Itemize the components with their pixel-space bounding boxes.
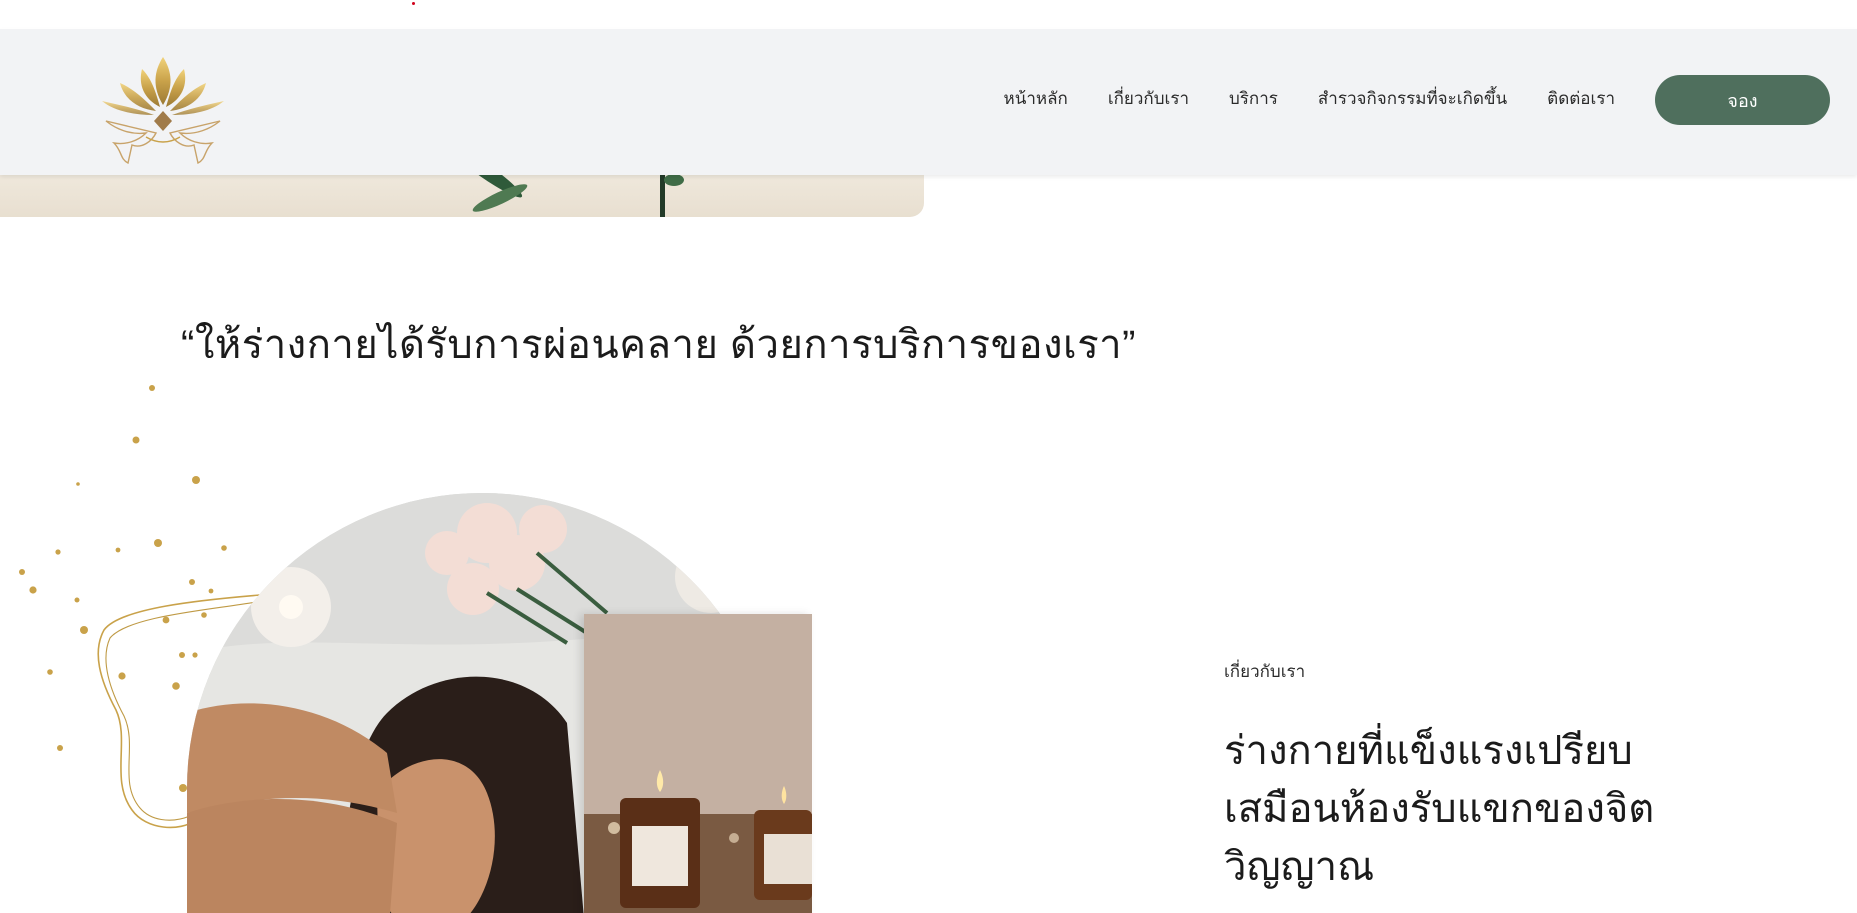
nav-item-about[interactable]: เกี่ยวกับเรา [1108,85,1189,112]
nav-item-contact[interactable]: ติดต่อเรา [1547,85,1615,112]
hero-quote-text: “ให้ร่างกายได้รับการผ่อนคลาย ด้วยการบริก… [181,323,1136,367]
main-nav: หน้าหลัก เกี่ยวกับเรา บริการ สำรวจกิจกรร… [1004,85,1615,112]
book-button[interactable]: จอง [1655,75,1830,125]
about-section-title: ร่างกายที่แข็งแรงเปรียบเสมือนห้องรับแขกข… [1224,729,1655,889]
nav-item-home[interactable]: หน้าหลัก [1004,85,1068,112]
red-dot [412,2,415,5]
about-section-label: เกี่ยวกับเรา [1224,662,1306,681]
hero-image-bottom [0,174,924,217]
top-strip [0,0,1857,29]
nav-item-events[interactable]: สำรวจกิจกรรมที่จะเกิดขึ้น [1318,85,1507,112]
nav-item-services[interactable]: บริการ [1229,85,1278,112]
site-header: หน้าหลัก เกี่ยวกับเรา บริการ สำรวจกิจกรร… [0,29,1857,175]
candles-photo [584,614,812,913]
hero-quote: “ให้ร่างกายได้รับการผ่อนคลาย ด้วยการบริก… [0,312,1857,376]
lotus-logo-icon[interactable] [86,49,240,167]
